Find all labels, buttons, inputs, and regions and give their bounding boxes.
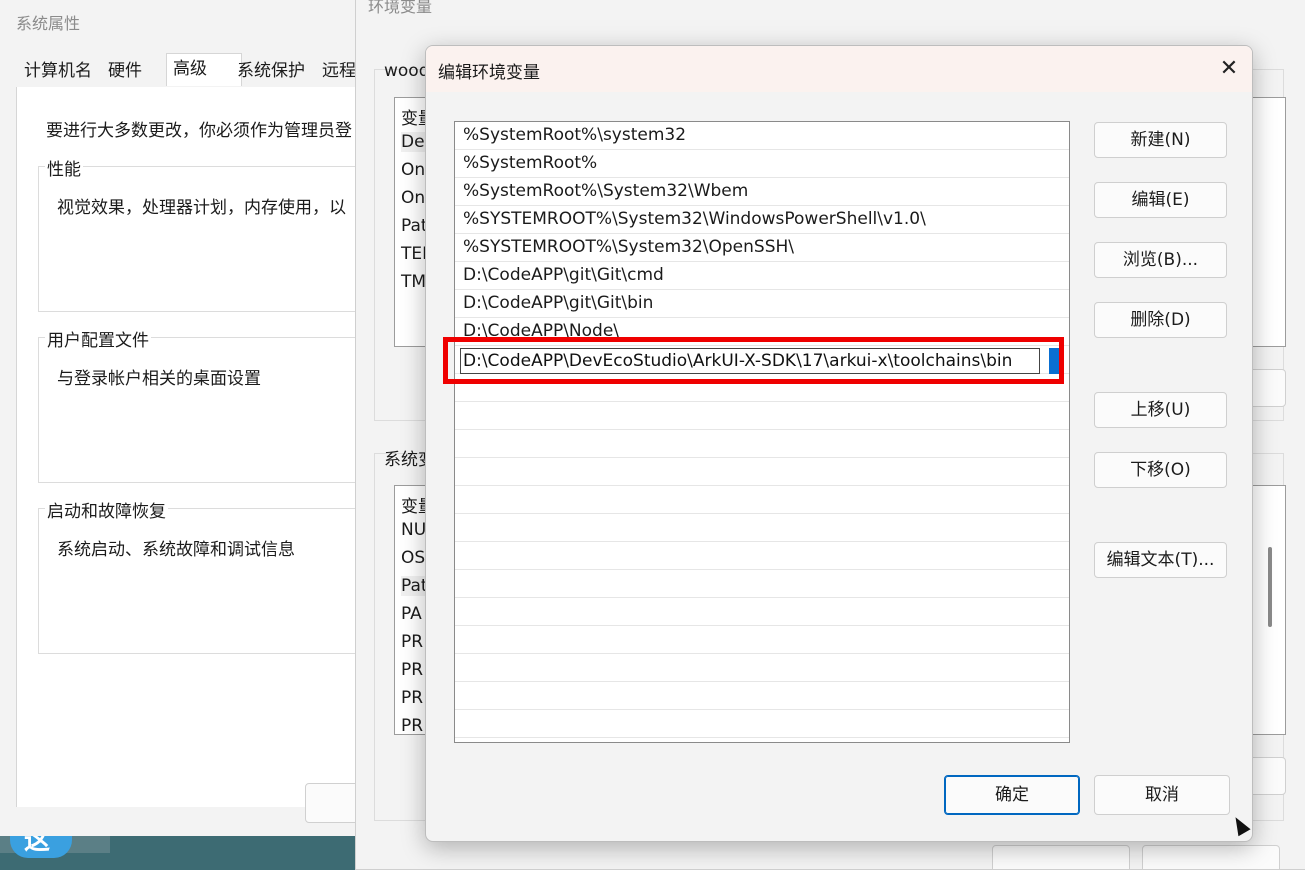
ok-button[interactable]: 确定 [944,775,1080,815]
path-text: D:\CodeAPP\Node\ [463,321,620,341]
empty-row [455,542,1069,570]
list-item[interactable]: PR [401,716,423,734]
group-description: 视觉效果，处理器计划，内存使用，以 [57,198,346,218]
empty-row [455,598,1069,626]
window-title: 系统属性 [16,14,81,33]
path-text: %SystemRoot%\System32\Wbem [463,181,749,201]
list-item[interactable]: %SYSTEMROOT%\System32\WindowsPowerShell\… [455,206,1069,234]
empty-row [455,710,1069,738]
group-description: 系统启动、系统故障和调试信息 [57,540,295,560]
tab-system-protection[interactable]: 系统保护 [231,56,311,86]
empty-row [455,402,1069,430]
edit-button[interactable]: 编辑(E) [1094,182,1227,218]
list-item[interactable]: D:\CodeAPP\Node\ [455,318,1069,346]
admin-notice: 要进行大多数更改，你必须作为管理员登 [46,121,352,141]
startup-recovery-group: 启动和故障恢复 系统启动、系统故障和调试信息 [38,497,372,654]
new-button[interactable]: 新建(N) [1094,122,1227,158]
path-text: D:\CodeAPP\git\Git\bin [463,293,654,313]
list-item[interactable]: %SYSTEMROOT%\System32\OpenSSH\ [455,234,1069,262]
group-description: 与登录帐户相关的桌面设置 [57,369,261,389]
list-item[interactable]: PR [401,632,423,652]
empty-row [455,458,1069,486]
browse-button[interactable]: 浏览(B)... [1094,242,1227,278]
list-item[interactable]: %SystemRoot%\System32\Wbem [455,178,1069,206]
tab-bar: 计算机名 硬件 高级 系统保护 远程 [16,53,372,88]
user-vars-label: wood [384,61,430,81]
empty-row [455,570,1069,598]
list-item[interactable]: Pat [401,216,428,236]
move-up-button[interactable]: 上移(U) [1094,392,1227,428]
path-text: D:\CodeAPP\git\Git\cmd [463,265,664,285]
move-down-button[interactable]: 下移(O) [1094,452,1227,488]
group-title: 用户配置文件 [45,326,151,351]
list-item[interactable]: TEI [401,244,427,264]
group-title: 性能 [45,155,83,180]
close-icon[interactable]: ✕ [1212,54,1246,84]
list-item[interactable]: %SystemRoot%\system32 [455,122,1069,150]
path-text: %SystemRoot%\system32 [463,125,687,145]
edit-selection-tail [1049,348,1063,374]
empty-row [455,514,1069,542]
path-edit-input[interactable] [460,348,1040,374]
empty-row [455,654,1069,682]
dialog-titlebar: 编辑环境变量 ✕ [426,46,1252,92]
list-item[interactable]: On [401,160,425,180]
tab-computer-name[interactable]: 计算机名 [18,56,98,86]
delete-button[interactable]: 删除(D) [1094,302,1227,338]
cancel-button[interactable]: 取消 [1094,775,1230,815]
empty-row [455,374,1069,402]
tab-hardware[interactable]: 硬件 [102,56,148,86]
path-text: %SYSTEMROOT%\System32\OpenSSH\ [463,237,795,257]
edit-text-button[interactable]: 编辑文本(T)... [1094,542,1227,578]
empty-row [455,430,1069,458]
path-text: %SystemRoot% [463,153,598,173]
dialog-title: 编辑环境变量 [438,63,540,83]
list-item[interactable]: PA [401,604,422,624]
window-title: 环境变量 [368,0,433,16]
performance-group: 性能 视觉效果，处理器计划，内存使用，以 [38,155,372,312]
empty-row [455,682,1069,710]
envvars-cancel-button[interactable] [1142,845,1280,869]
list-item[interactable]: De [401,132,425,152]
group-title: 启动和故障恢复 [45,497,168,522]
list-item[interactable]: On [401,188,425,208]
list-item[interactable]: PR [401,660,423,680]
envvars-ok-button[interactable] [992,845,1130,869]
list-item[interactable]: D:\CodeAPP\git\Git\bin [455,290,1069,318]
path-list[interactable]: %SystemRoot%\system32 %SystemRoot% %Syst… [454,121,1070,743]
list-item[interactable]: PR [401,688,423,708]
system-vars-scrollbar[interactable] [1268,547,1272,627]
list-item[interactable]: OS [401,548,425,568]
list-item[interactable]: Pat [401,576,428,596]
path-text: %SYSTEMROOT%\System32\WindowsPowerShell\… [463,209,926,229]
edit-env-var-dialog: 编辑环境变量 ✕ %SystemRoot%\system32 %SystemRo… [425,45,1253,842]
user-profiles-group: 用户配置文件 与登录帐户相关的桌面设置 [38,326,372,483]
empty-row [455,486,1069,514]
list-item[interactable]: %SystemRoot% [455,150,1069,178]
list-item[interactable]: D:\CodeAPP\git\Git\cmd [455,262,1069,290]
list-item[interactable]: TM [401,272,426,292]
empty-row [455,626,1069,654]
list-item[interactable]: NU [401,520,426,540]
system-properties-window: 系统属性 计算机名 硬件 高级 系统保护 远程 要进行大多数更改，你必须作为管理… [0,0,373,836]
